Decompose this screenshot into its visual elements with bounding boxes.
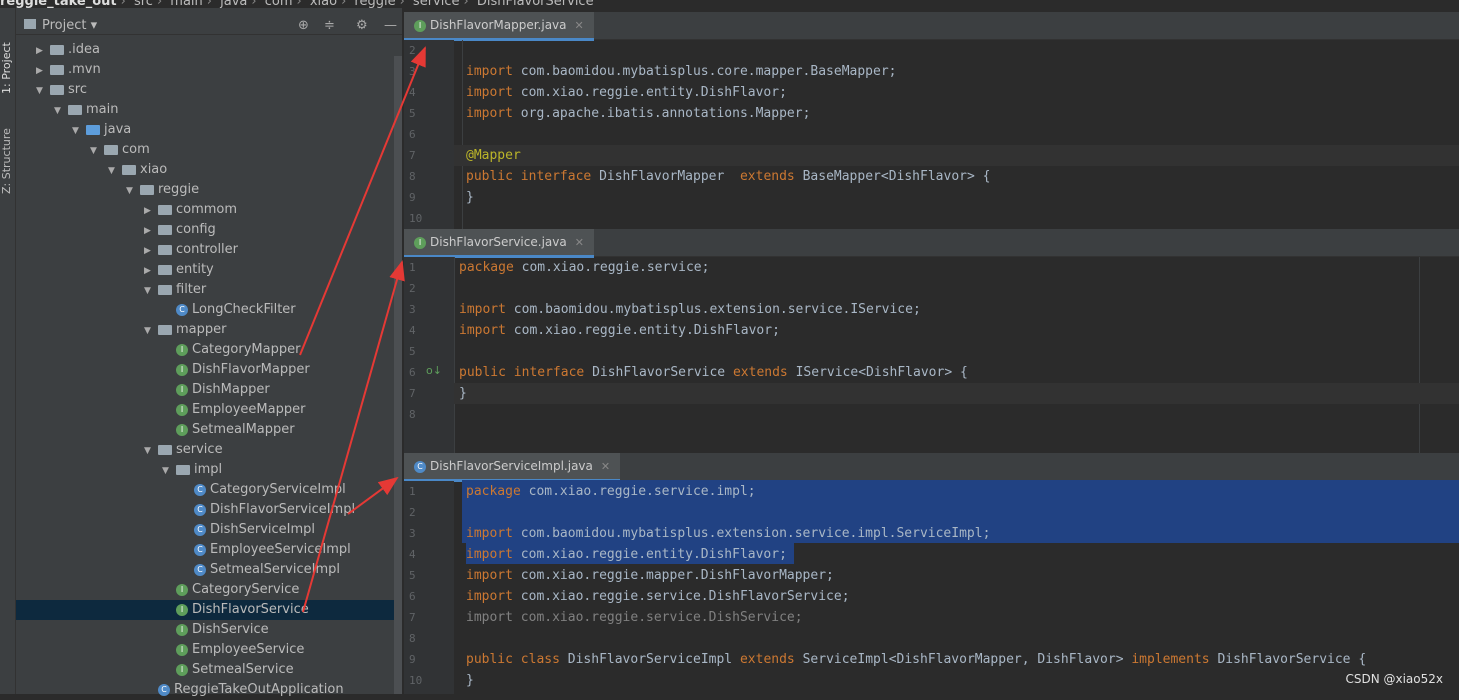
arrow-impl xyxy=(347,476,399,515)
annotation-arrows xyxy=(299,46,426,613)
arrow-mapper xyxy=(299,46,426,356)
arrow-service xyxy=(302,260,405,613)
watermark: CSDN @xiao52x xyxy=(1345,672,1443,686)
